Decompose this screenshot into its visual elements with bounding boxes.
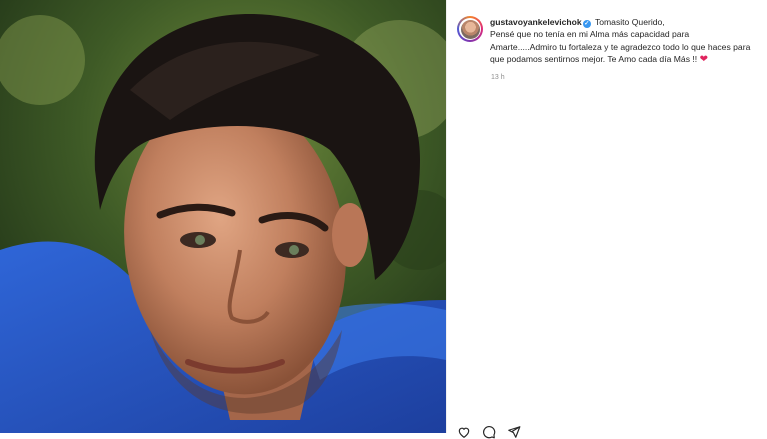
username-link[interactable]: gustavoyankelevichok — [490, 17, 582, 27]
post-actions — [457, 425, 521, 439]
post-caption-row: gustavoyankelevichok ✓ Tomasito Querido, … — [457, 16, 755, 66]
caption-body: Pensé que no tenía en mi Alma más capaci… — [490, 29, 751, 64]
comment-icon[interactable] — [482, 425, 496, 439]
post-side-panel: gustavoyankelevichok ✓ Tomasito Querido, … — [447, 0, 767, 439]
verified-badge-icon: ✓ — [582, 20, 591, 28]
post-timestamp[interactable]: 13 h — [491, 74, 505, 81]
avatar[interactable] — [457, 16, 483, 42]
heart-icon[interactable] — [457, 425, 471, 439]
post-photo[interactable] — [0, 0, 446, 433]
share-icon[interactable] — [507, 425, 521, 439]
portrait-image — [0, 0, 446, 433]
avatar-image — [460, 19, 480, 39]
post-caption: gustavoyankelevichok ✓ Tomasito Querido, … — [490, 16, 755, 66]
caption-title: Tomasito Querido, — [594, 17, 665, 27]
red-heart-emoji: ❤ — [699, 53, 708, 65]
